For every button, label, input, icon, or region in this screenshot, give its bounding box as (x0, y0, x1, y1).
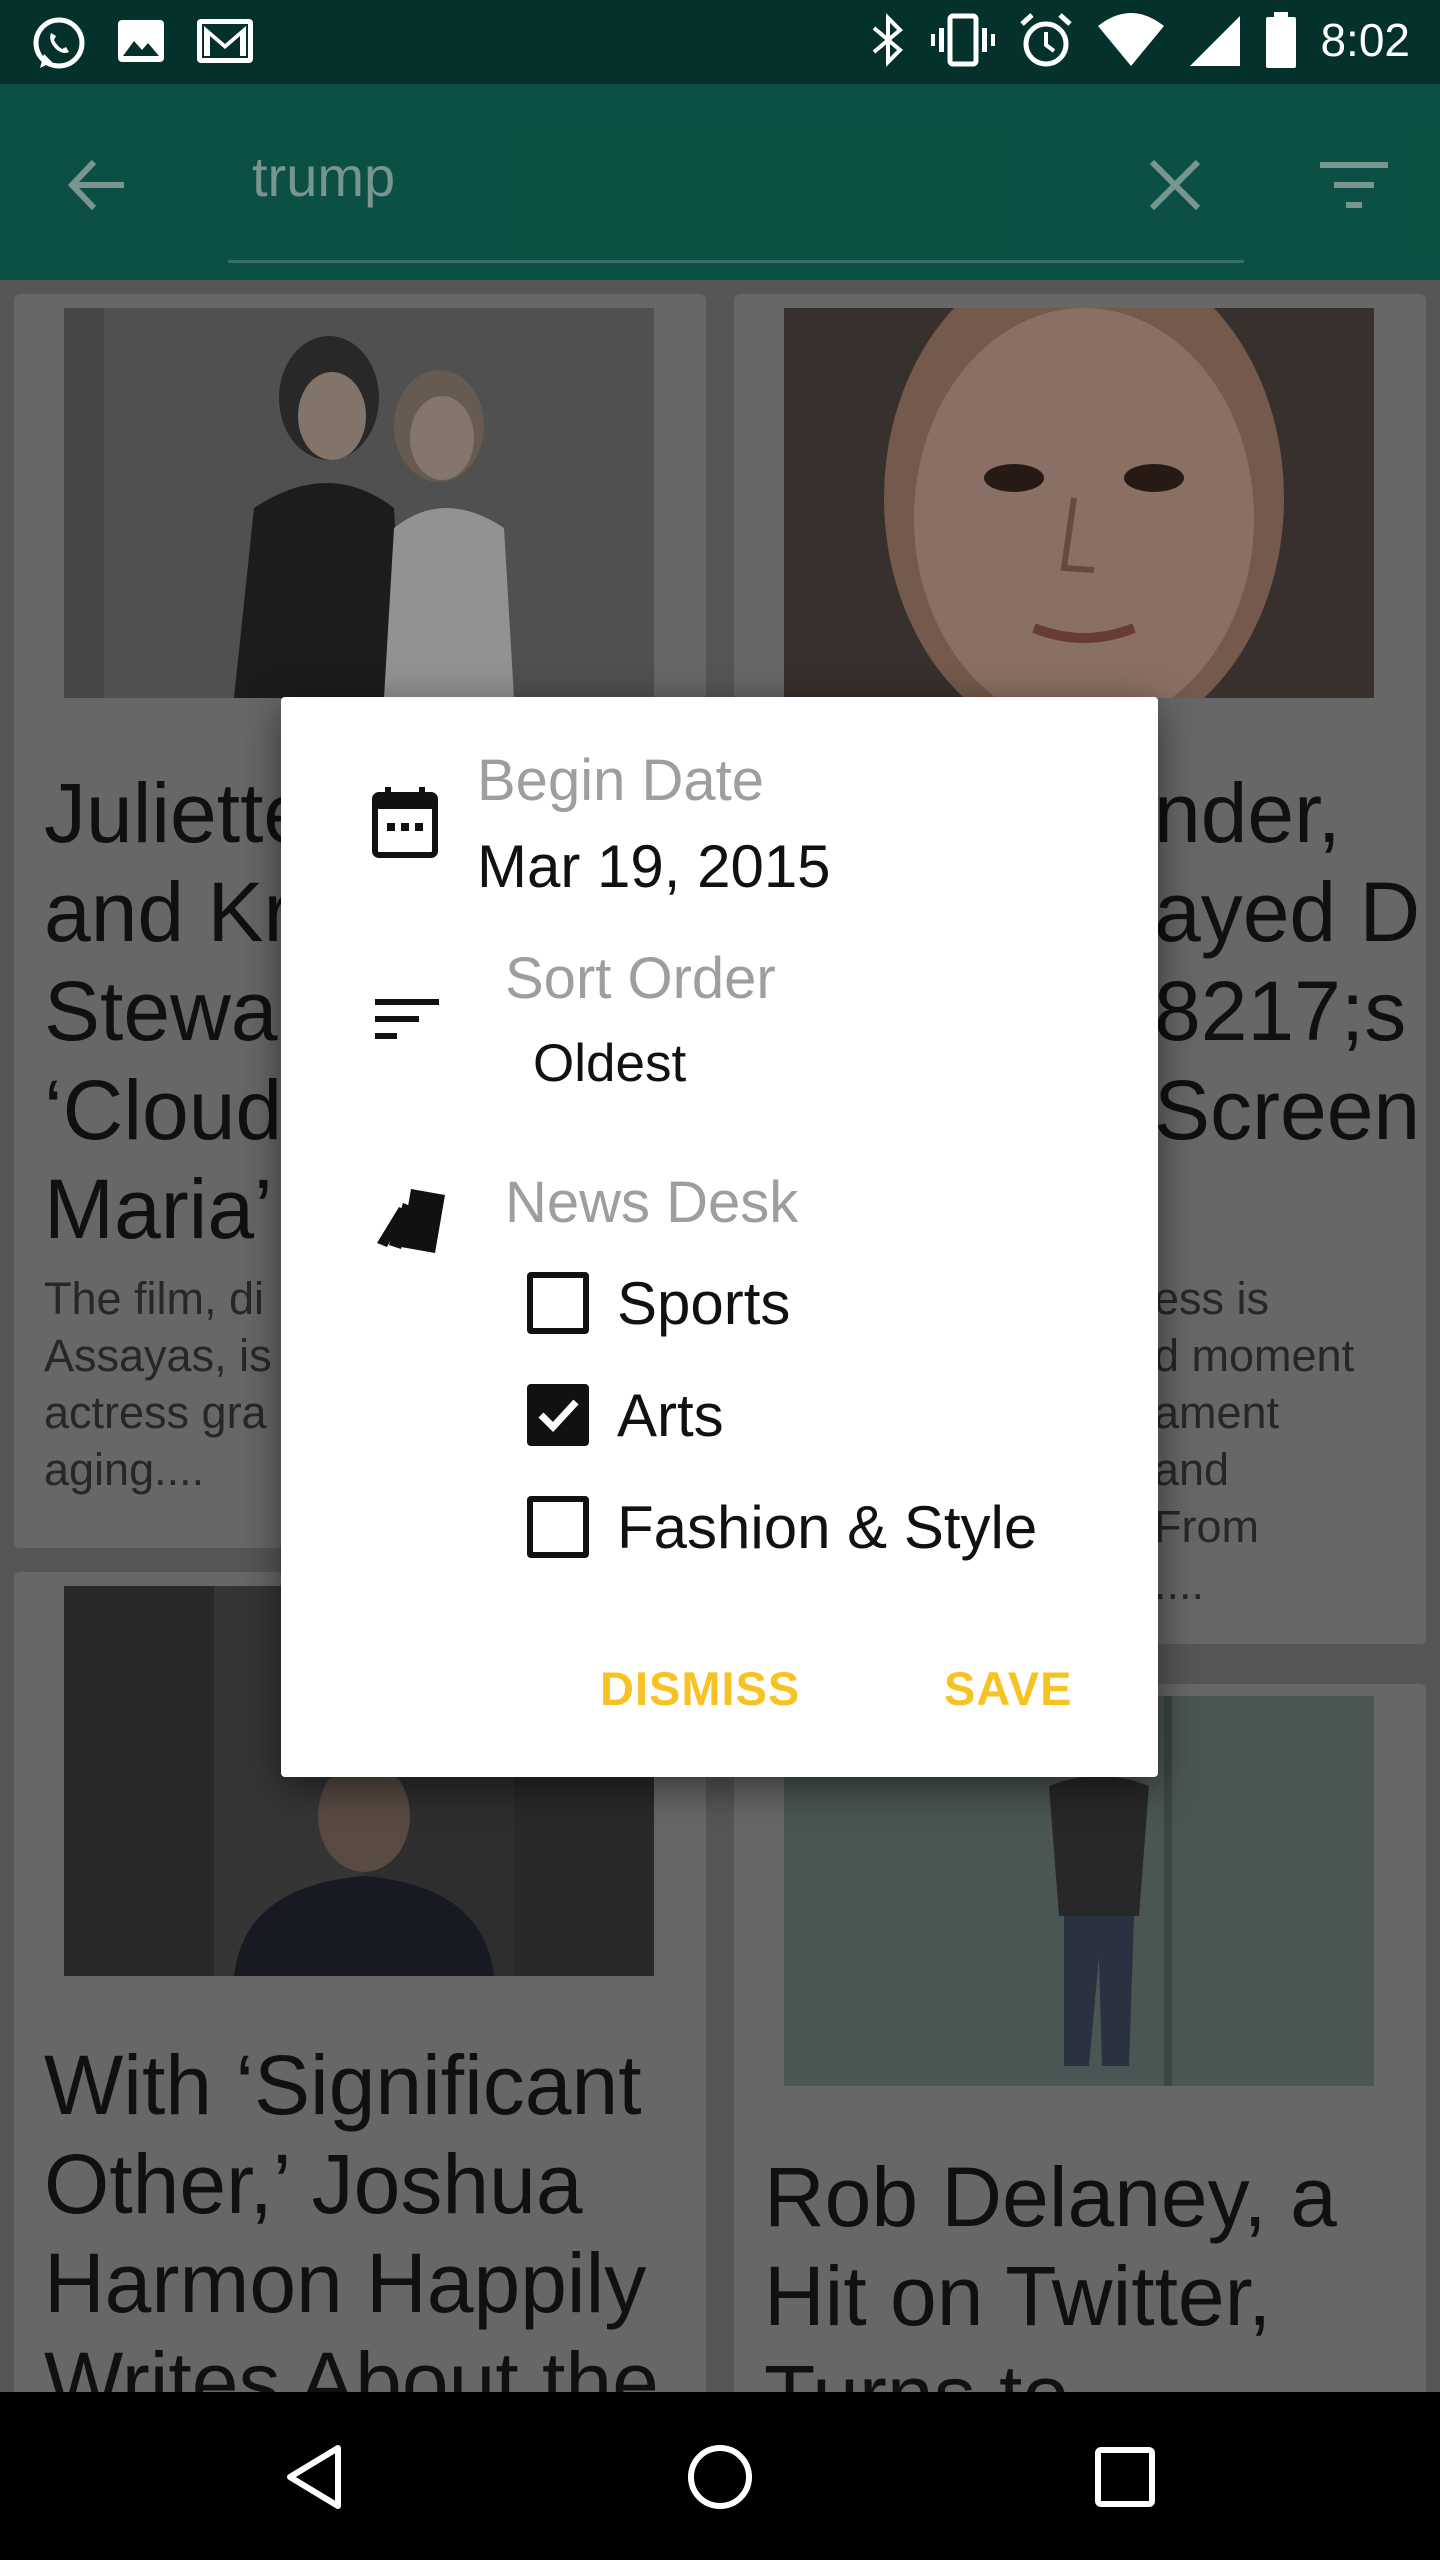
back-triangle-icon[interactable] (280, 2442, 350, 2512)
checkbox-arts[interactable] (527, 1384, 589, 1446)
status-time: 8:02 (1320, 14, 1410, 66)
signal-icon (1190, 16, 1241, 66)
checkmark-icon (538, 1399, 579, 1433)
whatsapp-icon (33, 17, 85, 69)
news-desk-option-fashion-style[interactable]: Fashion & Style (527, 1491, 1037, 1563)
news-desk-option-arts[interactable]: Arts (527, 1379, 724, 1451)
sort-icon (375, 999, 439, 1039)
begin-date-picker[interactable]: Mar 19, 2015 (477, 832, 831, 901)
news-desk-icon (377, 1189, 445, 1253)
news-desk-option-sports[interactable]: Sports (527, 1267, 790, 1339)
save-button[interactable]: SAVE (944, 1661, 1073, 1716)
dismiss-button[interactable]: DISMISS (600, 1661, 800, 1716)
navigation-bar (0, 2392, 1440, 2560)
bluetooth-icon (873, 13, 904, 67)
alarm-icon (1020, 13, 1073, 67)
vibrate-icon (931, 13, 996, 67)
calendar-icon (372, 787, 438, 858)
checkbox-label-fashion-style: Fashion & Style (617, 1493, 1038, 1561)
checkbox-label-sports: Sports (617, 1269, 791, 1337)
sort-order-label: Sort Order (505, 946, 776, 1011)
gmail-icon (197, 19, 253, 63)
filter-dialog: Begin Date Mar 19, 2015 Sort Order Oldes… (281, 697, 1158, 1777)
wifi-icon (1098, 13, 1165, 66)
recents-square-icon[interactable] (1092, 2444, 1158, 2510)
sort-order-spinner[interactable]: Oldest (533, 1033, 686, 1094)
status-bar: 8:02 (0, 0, 1440, 84)
checkbox-label-arts: Arts (617, 1381, 724, 1449)
battery-icon (1266, 12, 1297, 68)
checkbox-sports[interactable] (527, 1272, 589, 1334)
checkbox-fashion-style[interactable] (527, 1496, 589, 1558)
home-circle-icon[interactable] (685, 2442, 755, 2512)
begin-date-label: Begin Date (477, 748, 764, 813)
news-desk-label: News Desk (505, 1170, 799, 1235)
image-icon (118, 20, 164, 62)
